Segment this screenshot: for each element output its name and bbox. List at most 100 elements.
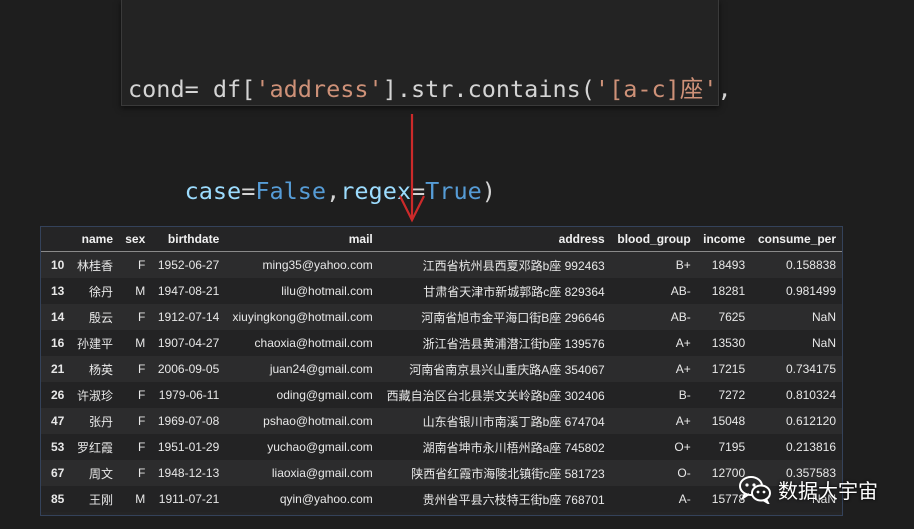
cell-sex: F [137, 310, 146, 324]
cell-consume-per: 0.810324 [785, 388, 836, 402]
column-header-sex: sex [119, 227, 152, 252]
cell-name: 许淑珍 [76, 388, 113, 403]
table-row: 14 殷云 F 1912-07-14 xiuyingkong@hotmail.com 河南… [41, 304, 842, 330]
watermark-text: 数据大宇宙 [778, 478, 878, 503]
code-token: cond= df[ [128, 75, 256, 103]
cell-blood-group: O- [677, 466, 691, 480]
cell-consume-per: NaN [811, 310, 836, 324]
cell-blood-group: A- [678, 492, 691, 506]
cell-birthdate: 1947-08-21 [157, 284, 220, 298]
cell-blood-group: AB- [670, 284, 691, 298]
cell-sex: F [137, 388, 146, 402]
table-row: 13 徐丹 M 1947-08-21 lilu@hotmail.com 甘肃省天津市新城郭… [41, 278, 842, 304]
cell-sex: F [137, 414, 146, 428]
cell-mail: ming35@yahoo.com [262, 258, 373, 272]
cell-mail: yuchao@gmail.com [267, 440, 373, 454]
cell-mail: liaoxia@gmail.com [271, 466, 373, 480]
cell-birthdate: 1979-06-11 [158, 388, 220, 402]
cell-income: 17215 [711, 362, 746, 376]
cell-sex: F [137, 362, 146, 376]
cell-income: 7195 [718, 440, 746, 454]
cell-address: 河南省旭市金平海口街B座 296646 [421, 310, 605, 325]
cell-income: 15048 [711, 414, 746, 428]
table-row: 47 张丹 F 1969-07-08 pshao@hotmail.com 山东省银川市南溪… [41, 408, 842, 434]
row-index: 26 [51, 388, 65, 402]
table-row: 10 林桂香 F 1952-06-27 ming35@yahoo.com 江西省杭州县西夏… [41, 251, 842, 278]
cell-address: 浙江省浩县黄浦潜江街b座 139576 [422, 336, 605, 351]
table-row: 53 罗红霞 F 1951-01-29 yuchao@gmail.com 湖南省坤市永川梧… [41, 434, 842, 460]
column-header-address: address [378, 227, 611, 252]
cell-address: 河南省南京县兴山重庆路A座 354067 [409, 362, 605, 377]
cell-sex: M [135, 336, 146, 350]
row-index: 47 [51, 414, 65, 428]
table-row: 26 许淑珍 F 1979-06-11 oding@gmail.com 西藏自治区台北县崇… [41, 382, 842, 408]
table-row: 21 杨英 F 2006-09-05 juan24@gmail.com 河南省南京县兴山重… [41, 356, 842, 382]
cell-consume-per: 0.213816 [785, 440, 836, 454]
cell-name: 徐丹 [88, 284, 113, 299]
cell-birthdate: 1948-12-13 [157, 466, 220, 480]
code-token: case [128, 177, 242, 205]
cell-sex: M [135, 492, 146, 506]
cell-birthdate: 1969-07-08 [157, 414, 220, 428]
code-token: True [425, 177, 482, 205]
cell-address: 江西省杭州县西夏邓路b座 992463 [422, 258, 605, 273]
cell-income: 18493 [711, 258, 746, 272]
column-header-index [41, 227, 71, 252]
row-index: 13 [51, 284, 65, 298]
column-header-income: income [696, 227, 752, 252]
code-token: ].str.contains( [382, 75, 595, 103]
cell-birthdate: 1952-06-27 [157, 258, 220, 272]
code-token: ) [481, 177, 496, 205]
cell-mail: qyin@yahoo.com [279, 492, 373, 506]
table-row: 16 孙建平 M 1907-04-27 chaoxia@hotmail.com 浙江省浩县… [41, 330, 842, 356]
table-row: 67 周文 F 1948-12-13 liaoxia@gmail.com 陕西省红霞市海陵… [41, 460, 842, 486]
cell-address: 贵州省平县六枝特王街b座 768701 [422, 492, 605, 507]
row-index: 53 [51, 440, 65, 454]
wechat-icon [739, 476, 771, 504]
cell-blood-group: B+ [675, 258, 691, 272]
cell-blood-group: B- [678, 388, 691, 402]
code-token: , [326, 177, 341, 205]
cell-name: 罗红霞 [76, 440, 113, 455]
code-cell[interactable]: cond= df['address'].str.contains('[a-c]座… [121, 0, 732, 307]
cell-mail: oding@gmail.com [276, 388, 373, 402]
cell-income: 18281 [711, 284, 746, 298]
column-header-consume-per: consume_per [751, 227, 842, 252]
table-row: 85 王刚 M 1911-07-21 qyin@yahoo.com 贵州省平县六枝特王街b… [41, 486, 842, 512]
code-token: = [241, 177, 256, 205]
cell-birthdate: 2006-09-05 [157, 362, 220, 376]
cell-mail: juan24@gmail.com [269, 362, 373, 376]
cell-consume-per: 0.158838 [785, 258, 836, 272]
row-index: 85 [51, 492, 65, 506]
cell-birthdate: 1912-07-14 [157, 310, 220, 324]
row-index: 14 [51, 310, 65, 324]
row-index: 10 [51, 258, 65, 272]
watermark: 数据大宇宙 [738, 471, 878, 507]
cell-address: 山东省银川市南溪丁路b座 674704 [422, 414, 605, 429]
column-header-name: name [70, 227, 119, 252]
cell-sex: F [137, 440, 146, 454]
cell-blood-group: A+ [675, 336, 691, 350]
column-header-birthdate: birthdate [151, 227, 226, 252]
cell-mail: lilu@hotmail.com [281, 284, 373, 298]
column-header-blood-group: blood_group [610, 227, 697, 252]
cell-address: 湖南省坤市永川梧州路a座 745802 [422, 440, 605, 455]
cell-consume-per: 0.612120 [785, 414, 836, 428]
cell-name: 周文 [88, 466, 113, 481]
cell-name: 林桂香 [76, 258, 113, 273]
cell-name: 王刚 [88, 492, 113, 507]
cell-address: 陕西省红霞市海陵北镇街c座 581723 [411, 466, 605, 481]
cell-blood-group: A+ [675, 414, 691, 428]
cell-birthdate: 1907-04-27 [157, 336, 220, 350]
table-body: 10 林桂香 F 1952-06-27 ming35@yahoo.com 江西省杭州县西夏… [41, 251, 842, 512]
down-arrow-icon [399, 114, 425, 223]
cell-birthdate: 1911-07-21 [158, 492, 220, 506]
code-token: '[a-c]座' [594, 75, 718, 103]
cell-sex: F [137, 466, 146, 480]
cell-consume-per: NaN [811, 336, 836, 350]
cell-mail: pshao@hotmail.com [263, 414, 373, 428]
cell-name: 张丹 [88, 414, 113, 429]
code-token: False [255, 177, 327, 205]
column-header-mail: mail [225, 227, 379, 252]
cell-address: 甘肃省天津市新城郭路c座 829364 [423, 284, 605, 299]
